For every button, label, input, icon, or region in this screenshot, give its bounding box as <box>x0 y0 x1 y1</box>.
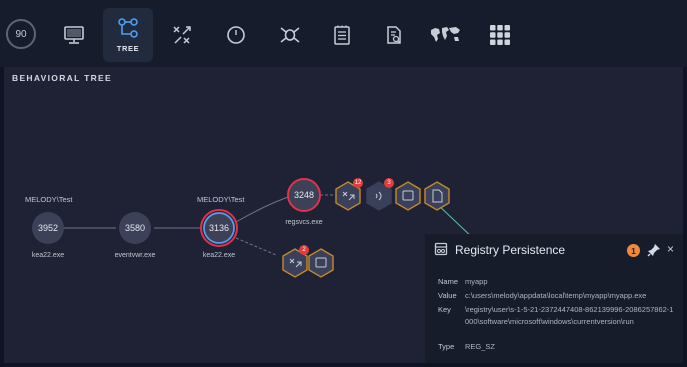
node-name-3952: kea22.exe <box>31 252 65 259</box>
event-hex-registry-2[interactable] <box>308 248 334 278</box>
toolbar-button-files[interactable] <box>369 8 419 62</box>
popup-title: Registry Persistence <box>455 243 566 257</box>
close-button[interactable]: × <box>667 242 674 256</box>
registry-persistence-popup: Registry Persistence 1 × Name myapp Valu… <box>425 234 683 363</box>
field-key: Name <box>438 277 459 286</box>
pin-icon[interactable] <box>647 243 661 257</box>
toolbar-button-timeline[interactable] <box>211 8 261 62</box>
registry-icon <box>434 242 448 256</box>
field-value: c:\users\melody\appdata\local\temp\myapp… <box>465 291 647 300</box>
severity-badge: 1 <box>627 244 640 257</box>
document-list-icon <box>334 25 350 45</box>
toolbar-button-network-map[interactable] <box>420 8 470 62</box>
tree-icon <box>118 18 138 38</box>
top-toolbar: 90 TREE <box>0 0 687 67</box>
node-pid-3248: 3248 <box>293 190 315 200</box>
timer-circle-icon <box>227 26 245 44</box>
monitor-icon <box>64 26 84 44</box>
event-badge-count: 12 <box>354 180 362 186</box>
field-value: myapp <box>465 277 488 286</box>
field-key: Type <box>438 342 455 351</box>
event-badge-count: 3 <box>387 180 391 186</box>
edge-3136-events <box>235 237 277 256</box>
toolbar-button-report[interactable] <box>317 8 367 62</box>
event-badge-count: 2 <box>302 247 306 253</box>
node-name-3248: regsvcs.exe <box>285 219 323 226</box>
toolbar-button-apps[interactable] <box>475 8 525 62</box>
toolbar-button-monitor[interactable] <box>49 8 99 62</box>
toolbar-button-tree-label: TREE <box>116 44 140 53</box>
threat-score-value: 90 <box>15 28 27 40</box>
bug-icon <box>280 27 300 43</box>
toolbar-button-tree[interactable]: TREE <box>103 8 153 62</box>
toolbar-button-processes[interactable] <box>157 8 207 62</box>
file-search-icon <box>387 26 401 44</box>
node-name-3136: kea22.exe <box>202 252 236 259</box>
event-hex-file[interactable] <box>424 181 450 211</box>
field-key: Value <box>438 291 457 300</box>
field-value: REG_SZ <box>465 342 496 351</box>
event-hex-registry[interactable] <box>395 181 421 211</box>
node-user-label-3136: MELODY\Test <box>197 195 245 204</box>
toolbar-button-malware[interactable] <box>265 8 315 62</box>
field-value: \registry\user\s-1-5-21-2372447408-86213… <box>465 305 674 326</box>
process-cross-icon <box>173 26 191 44</box>
node-name-3580: eventvwr.exe <box>114 252 156 259</box>
world-map-icon <box>431 27 460 42</box>
node-pid-3136: 3136 <box>208 223 230 233</box>
threat-score-badge: 90 <box>6 19 36 49</box>
field-key: Key <box>438 305 451 314</box>
node-user-label-3952: MELODY\Test <box>25 195 73 204</box>
node-pid-3580: 3580 <box>124 223 146 233</box>
grid-apps-icon <box>490 25 510 45</box>
popup-header: Registry Persistence 1 × <box>425 234 683 266</box>
node-pid-3952: 3952 <box>37 223 59 233</box>
